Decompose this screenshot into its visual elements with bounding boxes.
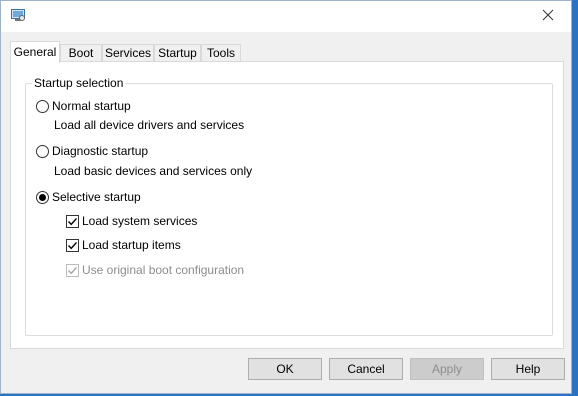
help-button[interactable]: Help	[491, 358, 565, 380]
normal-startup-label: Normal startup	[52, 99, 131, 113]
normal-startup-radio-button[interactable]	[36, 99, 49, 113]
diagnostic-startup-description: Load basic devices and services only	[54, 164, 253, 178]
selective-startup-radio[interactable]: Selective startup	[36, 189, 141, 205]
tab-services[interactable]: Services	[102, 44, 154, 62]
startup-selection-title: Startup selection	[32, 76, 126, 90]
load-system-services-check[interactable]	[66, 214, 79, 228]
selective-startup-label: Selective startup	[52, 190, 141, 204]
general-tab-panel: Startup selection Normal startup Load al…	[10, 61, 564, 349]
tab-tools[interactable]: Tools	[201, 44, 241, 62]
checkmark-icon	[67, 241, 78, 249]
diagnostic-startup-radio-button[interactable]	[36, 144, 49, 158]
diagnostic-startup-radio[interactable]: Diagnostic startup	[36, 143, 148, 159]
system-config-icon	[11, 9, 25, 22]
checkmark-icon	[67, 217, 78, 225]
system-configuration-window: General Boot Services Startup Tools Star…	[0, 0, 572, 394]
use-original-boot-config-label: Use original boot configuration	[82, 263, 245, 277]
tab-general[interactable]: General	[10, 41, 60, 63]
tab-boot[interactable]: Boot	[60, 44, 102, 62]
close-icon	[542, 9, 554, 24]
load-startup-items-checkbox[interactable]: Load startup items	[66, 237, 181, 253]
close-button[interactable]	[525, 1, 571, 32]
startup-selection-group: Startup selection Normal startup Load al…	[25, 76, 553, 336]
apply-button: Apply	[410, 358, 484, 380]
checkmark-icon	[67, 266, 78, 274]
title-bar	[1, 1, 571, 32]
tab-startup[interactable]: Startup	[154, 44, 201, 62]
load-system-services-checkbox[interactable]: Load system services	[66, 213, 197, 229]
load-startup-items-label: Load startup items	[82, 238, 181, 252]
normal-startup-radio[interactable]: Normal startup	[36, 98, 131, 114]
ok-button[interactable]: OK	[248, 358, 322, 380]
load-system-services-label: Load system services	[82, 214, 198, 228]
diagnostic-startup-label: Diagnostic startup	[52, 144, 149, 158]
normal-startup-description: Load all device drivers and services	[54, 118, 245, 132]
selective-startup-radio-button[interactable]	[36, 190, 49, 204]
load-startup-items-check[interactable]	[66, 238, 79, 252]
use-original-boot-config-checkbox: Use original boot configuration	[66, 262, 244, 278]
cancel-button[interactable]: Cancel	[329, 358, 403, 380]
use-original-boot-config-check	[66, 263, 79, 277]
